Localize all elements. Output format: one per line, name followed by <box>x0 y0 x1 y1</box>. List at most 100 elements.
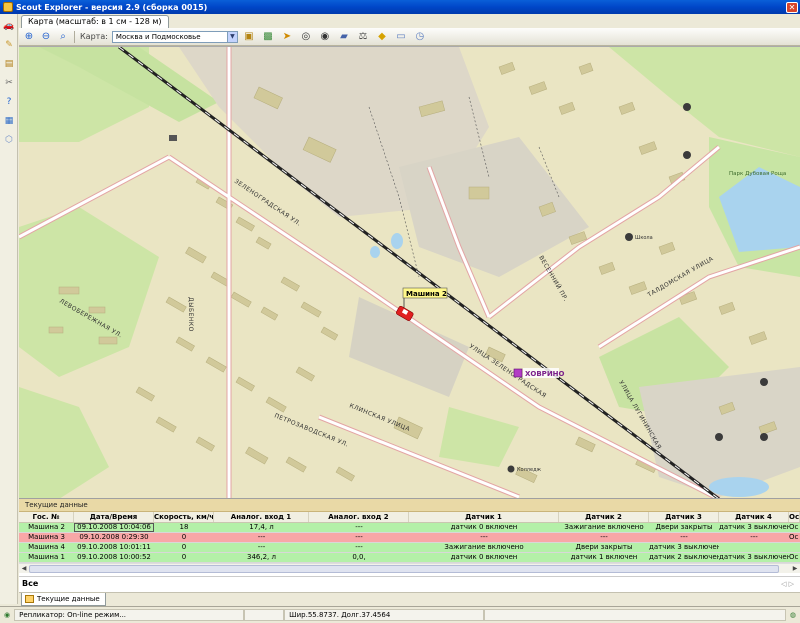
tab-current-data[interactable]: Текущие данные <box>21 593 106 606</box>
route-icon[interactable]: ➤ <box>279 30 295 44</box>
status-bar: ◉ Репликатор: On-line режим... Шир.55.87… <box>0 606 800 623</box>
table-icon <box>25 595 34 603</box>
table-row[interactable]: Машина 1 09.10.2008 10:00:52 0 346,2, л … <box>19 553 800 563</box>
column-header[interactable]: Датчик 2 <box>559 512 649 522</box>
help-icon[interactable]: ? <box>2 95 16 109</box>
cell-datetime: 09.10.2008 0:29:30 <box>79 533 149 541</box>
panel-title: Текущие данные <box>19 499 800 512</box>
camera-icon <box>169 135 177 141</box>
station-marker[interactable]: ХОВРИНО <box>513 368 565 378</box>
tab-strip: Карта (масштаб: в 1 см - 128 м) <box>19 14 800 28</box>
column-header[interactable]: Аналог. вход 2 <box>309 512 409 522</box>
title-bar: Scout Explorer - версия 2.9 (сборка 0015… <box>0 0 800 14</box>
svg-text:Машина 2: Машина 2 <box>406 290 447 298</box>
zoom-out-icon[interactable]: ⊖ <box>39 30 53 44</box>
clock-icon[interactable]: ◷ <box>412 30 428 44</box>
status-blank <box>484 609 786 621</box>
binoculars-track-icon[interactable]: ◉ <box>317 30 333 44</box>
chevron-down-icon[interactable]: ▼ <box>226 31 237 42</box>
cell-sensor-3: --- <box>680 533 688 541</box>
layers-icon[interactable]: ▣ <box>241 30 257 44</box>
cell-sensor-1: Зажигание включено <box>444 543 524 551</box>
binoculars-icon[interactable]: ◎ <box>298 30 314 44</box>
table-icon[interactable]: ▦ <box>2 114 16 128</box>
column-header[interactable]: Гос. № <box>19 512 74 522</box>
cell-analog-2: --- <box>355 523 363 531</box>
svg-text:Школа: Школа <box>635 235 653 241</box>
vehicles-icon[interactable]: 🚗 <box>2 19 16 33</box>
street-label: ДЫБЕНКО <box>187 297 194 332</box>
cell-speed: 0 <box>181 533 187 541</box>
cell-sensor-2: Двери закрыты <box>575 543 633 551</box>
cell-sensor-4 <box>719 543 789 552</box>
cell-extra <box>789 543 800 552</box>
tab-map[interactable]: Карта (масштаб: в 1 см - 128 м) <box>21 15 169 28</box>
cell-sensor-2: --- <box>600 533 608 541</box>
cell-sensor-4: --- <box>750 533 758 541</box>
column-header[interactable]: Дата/Время <box>74 512 154 522</box>
tools-icon[interactable]: ✂ <box>2 76 16 90</box>
column-header[interactable]: Скорость, км/ч <box>154 512 214 522</box>
scroll-right-icon[interactable]: ▶ <box>790 564 800 574</box>
window-title: Scout Explorer - версия 2.9 (сборка 0015… <box>16 2 208 12</box>
nav-arrows-icon[interactable]: ◁ ▷ <box>781 580 794 588</box>
globe-icon: ◍ <box>789 611 796 619</box>
scroll-left-icon[interactable]: ◀ <box>19 564 29 574</box>
cell-sensor-4: датчик 3 выключен <box>719 523 789 531</box>
cell-speed: 0 <box>181 553 187 561</box>
cell-analog-2: --- <box>355 533 363 541</box>
column-header[interactable]: Датчик 4 <box>719 512 789 522</box>
grid-header: Гос. № Дата/Время Скорость, км/ч Аналог.… <box>19 512 800 523</box>
table-row[interactable]: Машина 2 09.10.2008 10:04:06 18 17,4, л … <box>19 523 800 533</box>
building-icon <box>683 103 691 111</box>
building-icon <box>760 378 768 386</box>
table-row[interactable]: Машина 3 09.10.2008 0:29:30 0 --- --- --… <box>19 533 800 543</box>
column-header[interactable]: Датчик 3 <box>649 512 719 522</box>
status-replicator: Репликатор: On-line режим... <box>14 609 245 621</box>
cell-extra: Ос <box>789 533 799 541</box>
cell-sensor-3: датчик 3 выключен <box>649 543 719 551</box>
building-icon <box>760 433 768 441</box>
cell-plate: Машина 3 <box>28 533 65 541</box>
school-icon: Школа <box>625 233 653 241</box>
horizontal-scrollbar[interactable]: ◀ ▶ <box>19 563 800 573</box>
status-refresh-icon: ◉ <box>4 611 11 619</box>
cell-analog-1: --- <box>257 533 266 541</box>
filter-all-label[interactable]: Все <box>19 579 38 588</box>
status-coordinates: Шир.55.8737. Долг.37.4564 <box>284 609 485 621</box>
college-icon: Колледж <box>507 465 542 473</box>
cell-sensor-2: Зажигание включено <box>564 523 644 531</box>
grid-icon[interactable]: ▩ <box>260 30 276 44</box>
warning-icon[interactable]: ◆ <box>374 30 390 44</box>
bottom-tab-strip: Текущие данные <box>19 592 800 606</box>
park-label: Парк Дубовая Роща <box>729 171 786 177</box>
map-select-label: Карта: <box>80 32 108 41</box>
cell-plate: Машина 2 <box>28 523 65 531</box>
column-header[interactable]: Аналог. вход 1 <box>214 512 309 522</box>
close-button[interactable]: ✕ <box>786 1 798 13</box>
map-canvas: ЗЕЛЕНОГРАДСКАЯ УЛ. УЛИЦА ЗЕЛЕНОГРАДСКАЯ … <box>19 47 800 498</box>
map-select[interactable]: Москва и Подмосковье ▼ <box>111 30 238 43</box>
zoom-in-icon[interactable]: ⊕ <box>22 30 36 44</box>
cell-speed: 0 <box>181 543 187 551</box>
map-view[interactable]: ЗЕЛЕНОГРАДСКАЯ УЛ. УЛИЦА ЗЕЛЕНОГРАДСКАЯ … <box>19 46 800 498</box>
app-icon <box>3 2 13 12</box>
cell-speed: 18 <box>179 523 189 531</box>
shape-icon[interactable]: ⬡ <box>2 133 16 147</box>
layout-icon[interactable]: ▭ <box>393 30 409 44</box>
column-header[interactable]: Ос <box>789 512 800 522</box>
notes-icon[interactable]: ✎ <box>2 38 16 52</box>
column-header[interactable]: Датчик 1 <box>409 512 559 522</box>
current-data-panel: Текущие данные Гос. № Дата/Время Скорост… <box>19 498 800 592</box>
svg-text:Колледж: Колледж <box>517 467 542 473</box>
search-icon[interactable]: ⌕ <box>56 30 70 44</box>
cell-sensor-1: --- <box>480 533 488 541</box>
scroll-thumb[interactable] <box>29 565 779 573</box>
measure-icon[interactable]: ⚖ <box>355 30 371 44</box>
cell-sensor-1: датчик 0 включен <box>450 523 518 531</box>
reports-icon[interactable]: ▤ <box>2 57 16 71</box>
table-row[interactable]: Машина 4 09.10.2008 10:01:11 0 --- --- З… <box>19 543 800 553</box>
status-blank <box>244 609 285 621</box>
toolbar-separator <box>74 30 75 43</box>
vehicle-icon[interactable]: ▰ <box>336 30 352 44</box>
